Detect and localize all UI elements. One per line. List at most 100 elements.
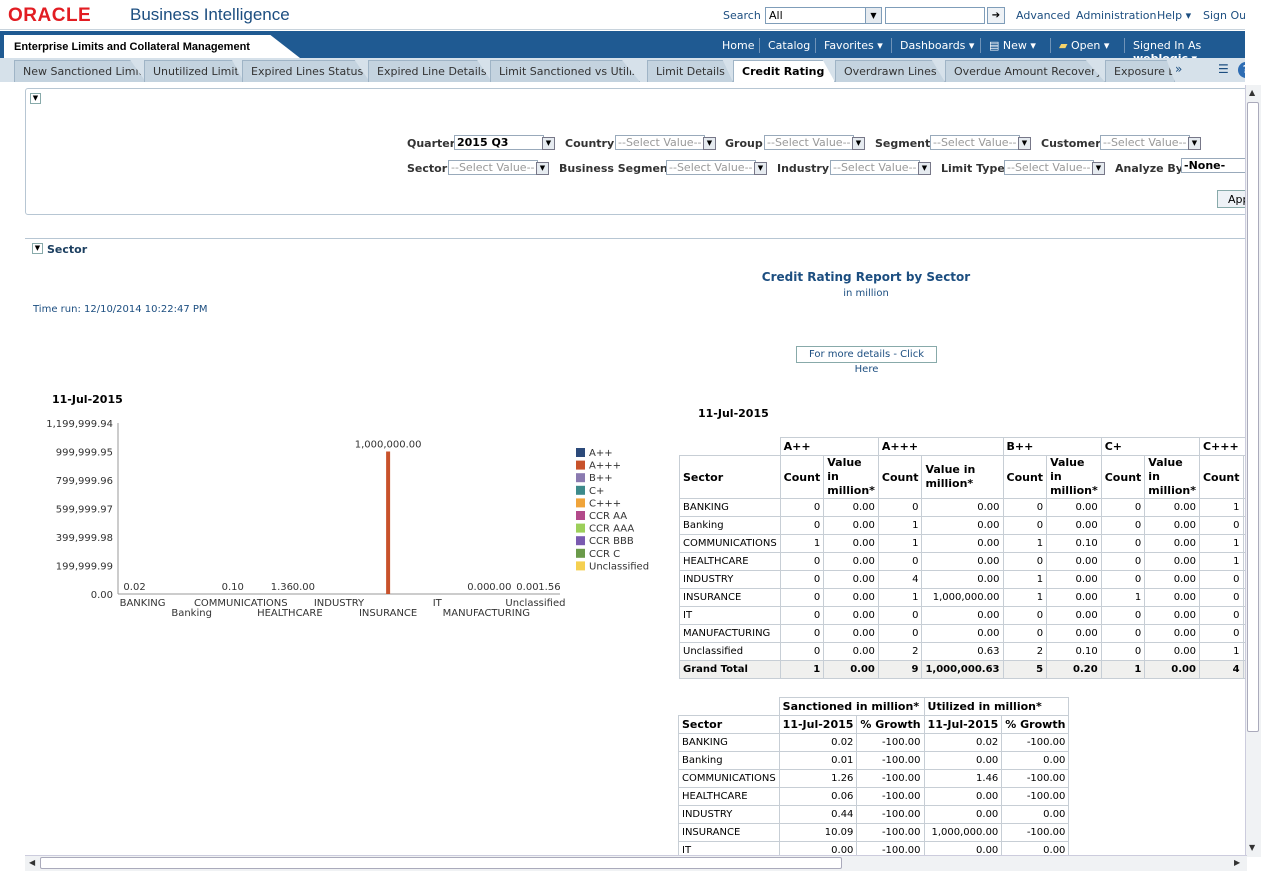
sector-cell: COMMUNICATIONS <box>679 534 781 553</box>
home-link[interactable]: Home <box>722 39 754 52</box>
chevron-down-icon[interactable]: ▼ <box>852 137 865 150</box>
apply-button[interactable]: Apply <box>1217 190 1245 208</box>
value-cell: 0.02 <box>923 733 1003 752</box>
page-options-icon[interactable]: ☰ <box>1218 62 1229 76</box>
tab-expired-line-details[interactable]: Expired Line Details <box>368 60 492 82</box>
advanced-link[interactable]: Advanced <box>1016 9 1070 22</box>
tab-limit-details[interactable]: Limit Details <box>647 60 733 82</box>
value-cell: 1 <box>1198 552 1244 571</box>
table-row: Banking00.0010.0000.0000.0000.00 <box>679 516 1245 535</box>
customer-select[interactable]: --Select Value-- <box>1100 135 1190 150</box>
value-cell: 0.00 <box>921 516 1004 535</box>
sector-select[interactable]: --Select Value-- <box>448 160 538 175</box>
vertical-scroll-thumb[interactable] <box>1247 102 1259 732</box>
analyze-by-select[interactable]: -None- <box>1181 158 1245 173</box>
value-cell: 0.02 <box>778 733 858 752</box>
sub-header: 11-Jul-2015 <box>778 715 858 734</box>
sector-cell: HEALTHCARE <box>678 787 780 806</box>
search-scope-value: All <box>769 9 783 22</box>
value-cell: 1.46 <box>923 769 1003 788</box>
value-cell: 0.00 <box>923 787 1003 806</box>
chevron-down-icon[interactable]: ▼ <box>542 137 555 150</box>
open-menu[interactable]: ▰ Open ▾ <box>1059 39 1109 52</box>
collapse-section-icon[interactable]: ▼ <box>32 243 43 254</box>
value-cell: -100.00 <box>856 805 925 824</box>
table-header-row: Sanctioned in million* Utilized in millio… <box>678 697 1070 716</box>
administration-link[interactable]: Administration <box>1076 9 1157 22</box>
table-row: INSURANCE00.0011,000,000.0010.0010.0000.… <box>679 588 1245 607</box>
tab-overdrawn-lines[interactable]: Overdrawn Lines <box>835 60 945 82</box>
value-cell: 0.00 <box>921 606 1004 625</box>
tab-exposure[interactable]: Exposure D <box>1105 60 1175 82</box>
sector-cell: Banking <box>679 516 781 535</box>
chevron-down-icon[interactable]: ▼ <box>703 137 716 150</box>
search-scope-select[interactable]: All ▼ <box>765 7 882 24</box>
section-title: Sector <box>47 243 88 256</box>
sign-out-menu[interactable]: Sign Out ▾ <box>1203 9 1245 22</box>
value-cell: 2 <box>1002 642 1048 661</box>
tab-new-sanctioned-limit[interactable]: New Sanctioned Limit <box>14 60 146 82</box>
group-select[interactable]: --Select Value-- <box>764 135 854 150</box>
group-label: Group <box>725 137 763 150</box>
value-cell: 0.00 <box>1046 588 1102 607</box>
tab-expired-lines-status[interactable]: Expired Lines Status <box>242 60 370 82</box>
legend-swatch <box>576 448 585 457</box>
sector-cell: IT <box>679 606 781 625</box>
dashboard-title: Enterprise Limits and Collateral Managem… <box>4 35 300 58</box>
chevron-down-icon[interactable]: ▼ <box>918 162 931 175</box>
tab-unutilized-limit[interactable]: Unutilized Limit <box>144 60 244 82</box>
business-segment-select[interactable]: --Select Value-- <box>666 160 756 175</box>
scroll-down-icon[interactable]: ▼ <box>1249 843 1255 852</box>
new-menu[interactable]: ▤ New ▾ <box>989 39 1036 52</box>
scroll-left-icon[interactable]: ◀ <box>29 858 35 867</box>
chevron-down-icon[interactable]: ▼ <box>1018 137 1031 150</box>
dashboards-menu[interactable]: Dashboards ▾ <box>900 39 974 52</box>
x-tick-label: HEALTHCARE <box>257 608 323 619</box>
value-cell: 0 <box>1100 624 1146 643</box>
legend-swatch <box>576 536 585 546</box>
segment-select[interactable]: --Select Value-- <box>930 135 1020 150</box>
scroll-up-icon[interactable]: ▲ <box>1249 88 1255 97</box>
value-cell: 0.00 <box>921 624 1004 643</box>
country-select[interactable]: --Select Value-- <box>615 135 705 150</box>
value-cell: 0 <box>877 606 923 625</box>
help-menu[interactable]: Help ▾ <box>1157 9 1191 22</box>
industry-select[interactable]: --Select Value-- <box>830 160 920 175</box>
y-tick-label: 799,999.96 <box>56 476 113 487</box>
quarter-select[interactable]: 2015 Q3 <box>454 135 544 150</box>
value-cell: 0.00 <box>823 570 879 589</box>
value-cell: 2 <box>877 642 923 661</box>
value-cell: 0.00 <box>1144 534 1200 553</box>
more-tabs-icon[interactable]: » <box>1175 62 1182 76</box>
menu-separator <box>759 38 760 53</box>
search-input[interactable] <box>885 7 985 24</box>
bar <box>386 451 391 594</box>
limit-type-select[interactable]: --Select Value-- <box>1004 160 1094 175</box>
table-row: COMMUNICATIONS10.0010.0010.1000.0010.00 <box>679 534 1245 553</box>
credit-rating-bar-chart: 0.00 199,999.99 399,999.98 599,999.97 799,99… <box>46 419 649 619</box>
header-cell <box>678 697 780 716</box>
chevron-down-icon[interactable]: ▼ <box>865 8 881 23</box>
favorites-menu[interactable]: Favorites ▾ <box>824 39 883 52</box>
chevron-down-icon[interactable]: ▼ <box>1092 162 1105 175</box>
tab-overdue-amount-recovery[interactable]: Overdue Amount Recovery <box>945 60 1105 82</box>
collapse-prompts-icon[interactable]: ▼ <box>30 93 41 104</box>
search-go-icon[interactable]: ➔ <box>987 7 1005 24</box>
tab-limit-sanctioned-vs-utilized[interactable]: Limit Sanctioned vs Utilized <box>490 60 640 82</box>
menu-separator <box>1124 38 1125 53</box>
oracle-logo: ORACLE <box>8 5 92 26</box>
chevron-down-icon[interactable]: ▼ <box>536 162 549 175</box>
global-header: ORACLE Business Intelligence Search All … <box>0 0 1245 30</box>
chevron-down-icon[interactable]: ▼ <box>1188 137 1201 150</box>
scroll-right-icon[interactable]: ▶ <box>1234 858 1240 867</box>
tab-credit-rating[interactable]: Credit Rating <box>733 60 835 82</box>
sector-cell: BANKING <box>679 498 781 517</box>
table-row: IT00.0000.0000.0000.0000.00 <box>679 606 1245 625</box>
business-segment-label: Business Segment <box>559 162 674 175</box>
value-cell: 0 <box>1002 516 1048 535</box>
horizontal-scroll-thumb[interactable] <box>40 857 842 869</box>
grand-total-cell: 1 <box>779 660 825 679</box>
chevron-down-icon[interactable]: ▼ <box>754 162 767 175</box>
more-details-link[interactable]: For more details - Click Here <box>796 346 937 375</box>
catalog-link[interactable]: Catalog <box>768 39 810 52</box>
